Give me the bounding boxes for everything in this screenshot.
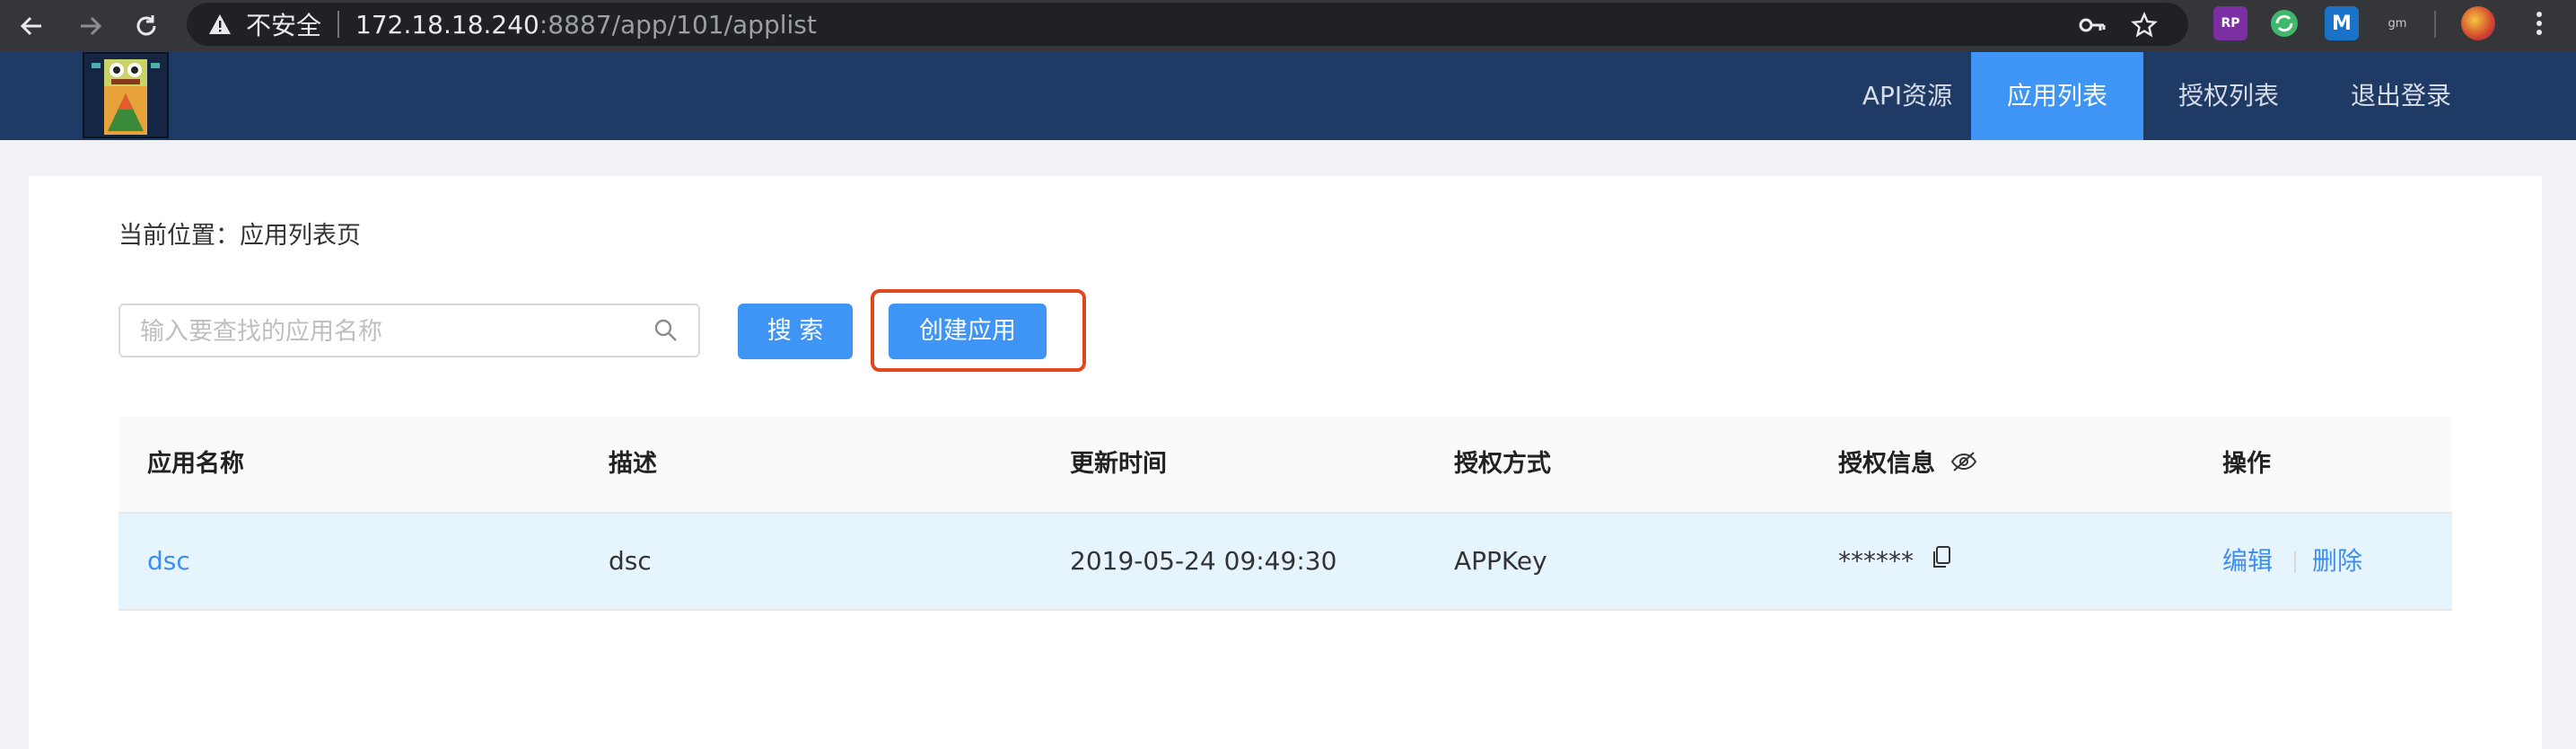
edit-link[interactable]: 编辑	[2222, 514, 2273, 609]
app-updated-time: 2019-05-24 09:49:30	[1070, 546, 1337, 576]
app-table: 应用名称 描述 更新时间 授权方式 授权信息 操作 dsc dsc 2019-0…	[118, 417, 2452, 611]
delete-link[interactable]: 删除	[2312, 514, 2362, 609]
app-name-link[interactable]: dsc	[147, 514, 190, 609]
forward-icon[interactable]	[74, 9, 108, 43]
eye-hidden-icon[interactable]	[1950, 418, 1977, 513]
insecure-label: 不安全	[246, 11, 322, 40]
app-auth-type: APPKey	[1454, 546, 1547, 576]
omnibox-divider	[337, 11, 340, 38]
create-app-button[interactable]: 创建应用	[889, 304, 1047, 359]
column-header-updated: 更新时间	[1070, 450, 1167, 478]
toolbar-divider	[2434, 11, 2436, 38]
sync-extension-icon[interactable]	[2267, 6, 2301, 40]
gm-extension-icon[interactable]: gm	[2380, 6, 2414, 40]
more-menu-icon[interactable]	[2522, 6, 2556, 40]
nav-app-list[interactable]: 应用列表	[1971, 52, 2143, 140]
back-icon[interactable]	[14, 9, 48, 43]
profile-avatar[interactable]	[2461, 6, 2495, 40]
app-logo[interactable]	[83, 52, 169, 138]
nav-api-resources[interactable]: API资源	[1831, 52, 1984, 140]
search-input[interactable]	[120, 305, 662, 357]
column-header-description: 描述	[609, 450, 657, 478]
address-bar[interactable]: 不安全 172.18.18.240:8887/app/101/applist	[187, 3, 2188, 46]
warning-icon	[206, 11, 233, 38]
copy-icon[interactable]	[1931, 515, 1952, 610]
axure-rp-extension-icon[interactable]: RP	[2213, 6, 2247, 40]
app-auth-info: ******	[1838, 514, 1952, 610]
url-path: :8887/app/101/applist	[539, 9, 817, 40]
app-description: dsc	[609, 546, 652, 576]
markdown-extension-icon[interactable]: M	[2325, 6, 2359, 40]
reload-icon[interactable]	[129, 9, 163, 43]
column-header-auth-type: 授权方式	[1454, 450, 1551, 478]
auth-info-masked: ******	[1838, 546, 1914, 576]
nav-logout[interactable]: 退出登录	[2314, 52, 2488, 140]
table-header: 应用名称 描述 更新时间 授权方式 授权信息 操作	[118, 417, 2452, 514]
search-field[interactable]	[118, 304, 700, 357]
breadcrumb: 当前位置：应用列表页	[118, 222, 361, 250]
table-row: dsc dsc 2019-05-24 09:49:30 APPKey *****…	[118, 514, 2452, 611]
column-header-name: 应用名称	[147, 450, 244, 478]
search-icon[interactable]	[653, 318, 679, 343]
auth-info-label: 授权信息	[1838, 450, 1935, 478]
column-header-actions: 操作	[2222, 450, 2271, 478]
url-host: 172.18.18.240	[355, 9, 539, 40]
content-card: 当前位置：应用列表页 搜 索 创建应用 应用名称 描述 更新时间 授权方式 授权…	[29, 176, 2542, 749]
app-header: API资源 应用列表 授权列表 退出登录	[0, 52, 2576, 140]
key-icon[interactable]	[2077, 10, 2107, 40]
nav-auth-list[interactable]: 授权列表	[2143, 52, 2314, 140]
bookmark-star-icon[interactable]	[2129, 10, 2160, 40]
column-header-auth-info: 授权信息	[1838, 417, 1977, 513]
action-divider	[2294, 551, 2296, 573]
search-button[interactable]: 搜 索	[738, 304, 853, 359]
browser-toolbar: 不安全 172.18.18.240:8887/app/101/applist R…	[0, 0, 2576, 52]
